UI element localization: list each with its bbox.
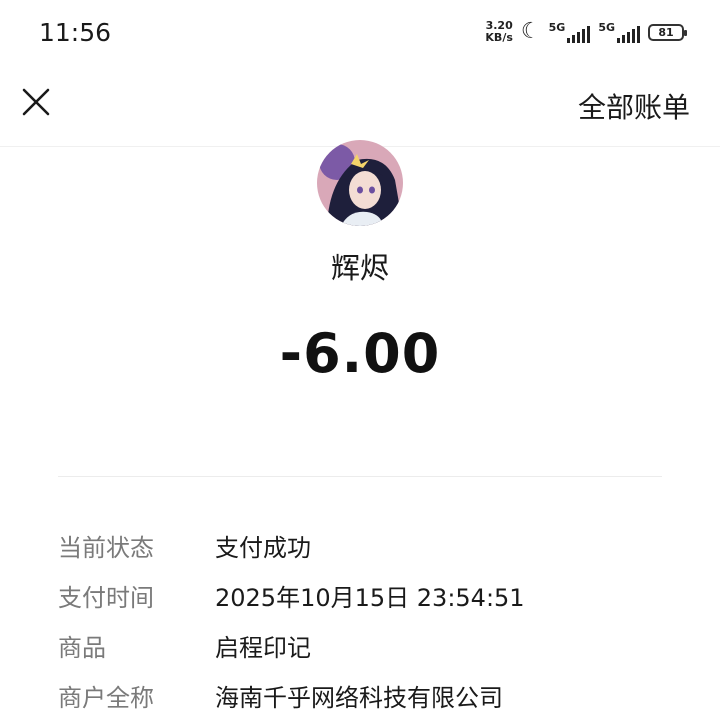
detail-label: 当前状态 [58,533,154,562]
status-bar: 11:56 3.20 KB/s ☾ 5G 5G 81 [0,0,720,66]
top-nav: 全部账单 [0,66,720,147]
close-icon [22,88,50,116]
detail-label: 支付时间 [58,583,154,612]
detail-row-merchant: 商户全称 海南千乎网络科技有限公司 [58,670,678,720]
detail-value: 支付成功 [215,533,311,562]
all-bills-link[interactable]: 全部账单 [578,86,690,126]
detail-value: 海南千乎网络科技有限公司 [215,683,503,712]
signal-5g-1: 5G [549,21,591,43]
detail-value: 启程印记 [215,633,311,662]
signal-label: 5G [598,21,615,34]
battery-icon: 81 [648,23,687,41]
status-icons: 3.20 KB/s ☾ 5G 5G 81 [485,19,687,44]
detail-value: 2025年10月15日 23:54:51 [215,583,525,612]
details-list: 当前状态 支付成功 支付时间 2025年10月15日 23:54:51 商品 启… [58,520,678,720]
signal-bars-icon [617,25,640,43]
detail-label: 商户全称 [58,683,154,712]
moon-icon: ☾ [520,19,541,44]
network-speed-unit: KB/s [485,31,513,44]
detail-row-product: 商品 启程印记 [58,620,678,670]
payee-name: 辉烬 [330,251,389,285]
detail-label: 商品 [58,633,106,662]
signal-label: 5G [548,21,566,34]
payment-amount: -6.00 [279,322,441,385]
signal-bars-icon [567,25,591,43]
detail-row-time: 支付时间 2025年10月15日 23:54:51 [58,570,678,620]
divider [58,476,662,477]
battery-level: 81 [658,25,674,39]
close-button[interactable] [18,84,54,120]
avatar [317,140,403,226]
detail-row-status: 当前状态 支付成功 [58,520,678,570]
status-time: 11:56 [39,18,112,47]
network-speed: 3.20 KB/s [485,20,512,44]
signal-5g-2: 5G [598,21,640,43]
